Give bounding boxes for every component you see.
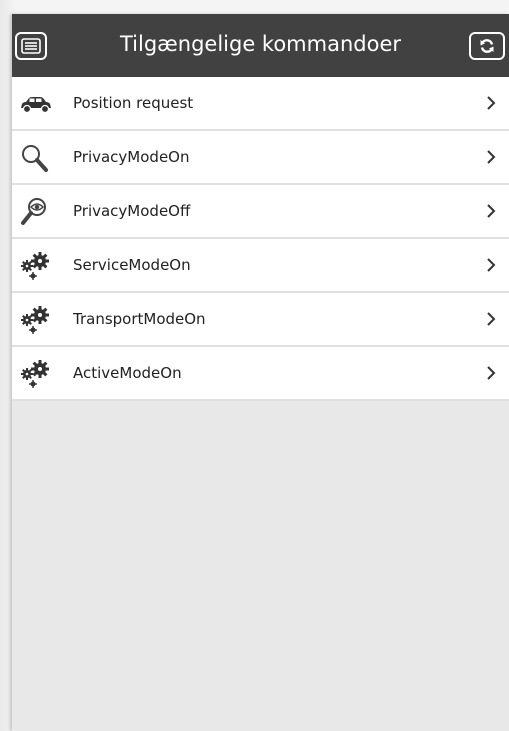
command-label: TransportModeOn bbox=[73, 310, 206, 328]
chevron-right-icon bbox=[487, 150, 496, 164]
command-label: PrivacyModeOff bbox=[73, 202, 191, 220]
app-screen: Tilgængelige kommandoer Position request… bbox=[12, 14, 509, 731]
command-label: Position request bbox=[73, 94, 194, 112]
chevron-right-icon bbox=[487, 204, 496, 218]
command-label: ServiceModeOn bbox=[73, 256, 191, 274]
chevron-right-icon bbox=[487, 96, 496, 110]
car-icon bbox=[21, 97, 51, 114]
header-bar: Tilgængelige kommandoer bbox=[12, 14, 509, 77]
command-item-privacy-mode-on[interactable]: PrivacyModeOn bbox=[12, 131, 509, 185]
magnifier-eye-icon bbox=[21, 198, 46, 225]
command-list: Position request PrivacyModeOn PrivacyMo… bbox=[12, 77, 509, 401]
command-item-privacy-mode-off[interactable]: PrivacyModeOff bbox=[12, 185, 509, 239]
page-title: Tilgængelige kommandoer bbox=[119, 32, 402, 56]
gears-icon bbox=[21, 252, 49, 280]
command-item-transport-mode-on[interactable]: TransportModeOn bbox=[12, 293, 509, 347]
chevron-right-icon bbox=[487, 258, 496, 272]
command-label: ActiveModeOn bbox=[73, 364, 182, 382]
chevron-right-icon bbox=[487, 366, 496, 380]
refresh-button[interactable] bbox=[469, 32, 505, 60]
chevron-right-icon bbox=[487, 312, 496, 326]
screenshot-frame: Tilgængelige kommandoer Position request… bbox=[0, 0, 509, 731]
command-item-service-mode-on[interactable]: ServiceModeOn bbox=[12, 239, 509, 293]
magnifier-icon bbox=[22, 145, 48, 172]
gears-icon bbox=[21, 360, 49, 388]
command-label: PrivacyModeOn bbox=[73, 148, 190, 166]
gears-icon bbox=[21, 306, 49, 334]
refresh-icon bbox=[480, 39, 494, 53]
command-item-active-mode-on[interactable]: ActiveModeOn bbox=[12, 347, 509, 401]
command-item-position-request[interactable]: Position request bbox=[12, 77, 509, 131]
